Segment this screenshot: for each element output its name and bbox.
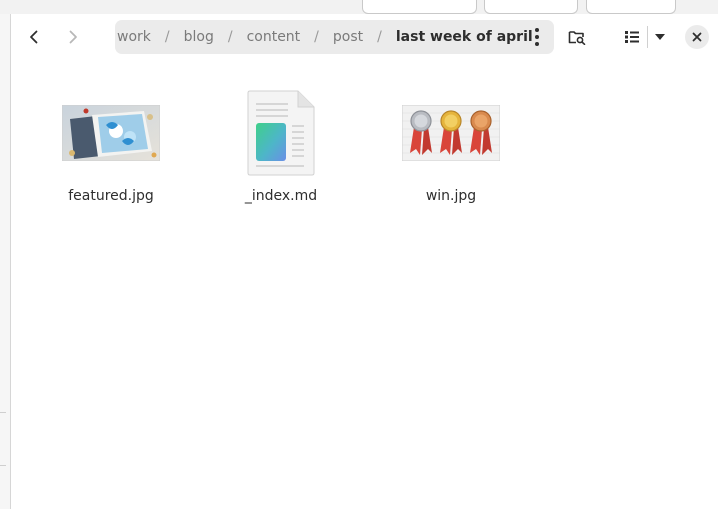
document-icon [247, 90, 315, 176]
folder-menu-button[interactable] [524, 24, 550, 50]
breadcrumb-content[interactable]: content [243, 29, 305, 45]
header-bar: work / blog / content / post / last week… [11, 14, 718, 60]
path-bar: work / blog / content / post / last week… [115, 20, 554, 54]
file-grid: featured.jpg _index.md win.jpg [11, 60, 718, 509]
background-window-button [362, 0, 477, 14]
dot-icon [535, 35, 539, 39]
file-item-win-jpg[interactable]: win.jpg [391, 88, 511, 208]
close-icon [692, 32, 702, 42]
back-button[interactable] [19, 22, 49, 52]
forward-button[interactable] [58, 22, 88, 52]
photo-thumbnail-icon [62, 105, 160, 161]
file-item-index-md[interactable]: _index.md [221, 88, 341, 208]
background-window-edge [0, 14, 11, 509]
list-view-button[interactable] [617, 22, 647, 52]
breadcrumb-work[interactable]: work [115, 29, 155, 45]
breadcrumb-separator: / [164, 29, 170, 45]
thumbnail [221, 88, 341, 178]
file-name: win.jpg [425, 188, 477, 204]
list-view-icon [625, 31, 639, 43]
file-name: _index.md [244, 188, 318, 204]
background-window-button [484, 0, 578, 14]
chevron-left-icon [30, 30, 38, 44]
breadcrumb-separator: / [227, 29, 233, 45]
search-button[interactable] [562, 22, 592, 52]
view-options [617, 22, 673, 52]
breadcrumb-separator: / [314, 29, 319, 45]
dot-icon [535, 42, 539, 46]
background-window-button [586, 0, 676, 14]
folder-search-icon [568, 31, 586, 45]
thumbnail [51, 88, 171, 178]
dot-icon [535, 28, 539, 32]
medals-thumbnail-icon [402, 105, 500, 161]
breadcrumb-current-folder[interactable]: last week of april [392, 29, 537, 45]
chevron-right-icon [69, 30, 77, 44]
close-button[interactable] [685, 25, 709, 49]
breadcrumb-blog[interactable]: blog [180, 29, 218, 45]
file-item-featured-jpg[interactable]: featured.jpg [51, 88, 171, 208]
file-manager-window: work / blog / content / post / last week… [11, 14, 718, 509]
breadcrumb-separator: / [377, 29, 382, 45]
triangle-down-icon [655, 34, 665, 40]
view-dropdown-button[interactable] [648, 22, 672, 52]
thumbnail [391, 88, 511, 178]
file-name: featured.jpg [68, 188, 154, 204]
breadcrumb-post[interactable]: post [329, 29, 367, 45]
